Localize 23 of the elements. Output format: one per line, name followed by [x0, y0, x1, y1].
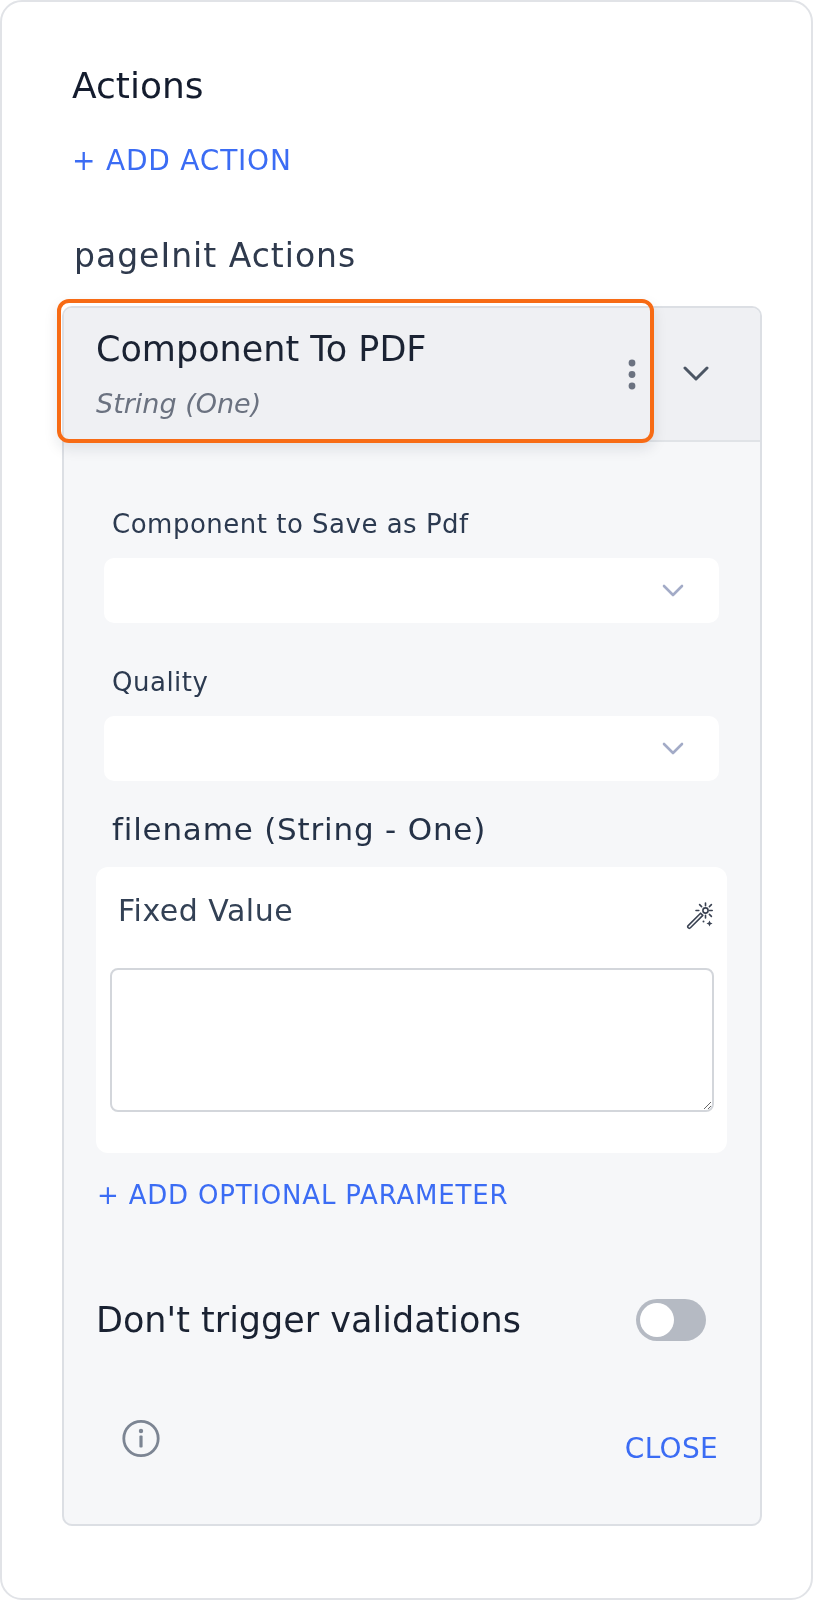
info-icon[interactable]	[122, 1419, 160, 1458]
dropdown-field[interactable]	[104, 558, 719, 623]
close-button[interactable]: CLOSE	[624, 1432, 718, 1466]
action-subtitle: String (One)	[96, 388, 262, 420]
add-action-link[interactable]: + ADD ACTION	[72, 144, 292, 178]
value-mode-label: Fixed Value	[118, 893, 294, 929]
dropdown-field[interactable]	[104, 716, 719, 781]
magic-wand-icon[interactable]	[686, 901, 714, 930]
text-area-field[interactable]	[110, 968, 714, 1112]
kebab-menu-icon[interactable]	[628, 358, 636, 390]
chevron-down-icon	[662, 742, 684, 755]
chevron-down-icon[interactable]	[683, 366, 709, 382]
chevron-down-icon	[662, 584, 684, 597]
accordion-header[interactable]: Component To PDF String (One)	[64, 308, 760, 442]
group-heading: pageInit Actions	[74, 236, 357, 276]
section-heading: Actions	[72, 64, 204, 107]
parameter-label: filename (String - One)	[112, 810, 487, 848]
add-parameter-link[interactable]: + ADD OPTIONAL PARAMETER	[97, 1179, 509, 1211]
field-label: Component to Save as Pdf	[112, 508, 469, 540]
toggle-label: Don't trigger validations	[96, 1299, 521, 1341]
toggle-switch[interactable]	[636, 1299, 706, 1341]
field-label: Quality	[112, 666, 209, 698]
action-title: Component To PDF	[96, 328, 427, 370]
